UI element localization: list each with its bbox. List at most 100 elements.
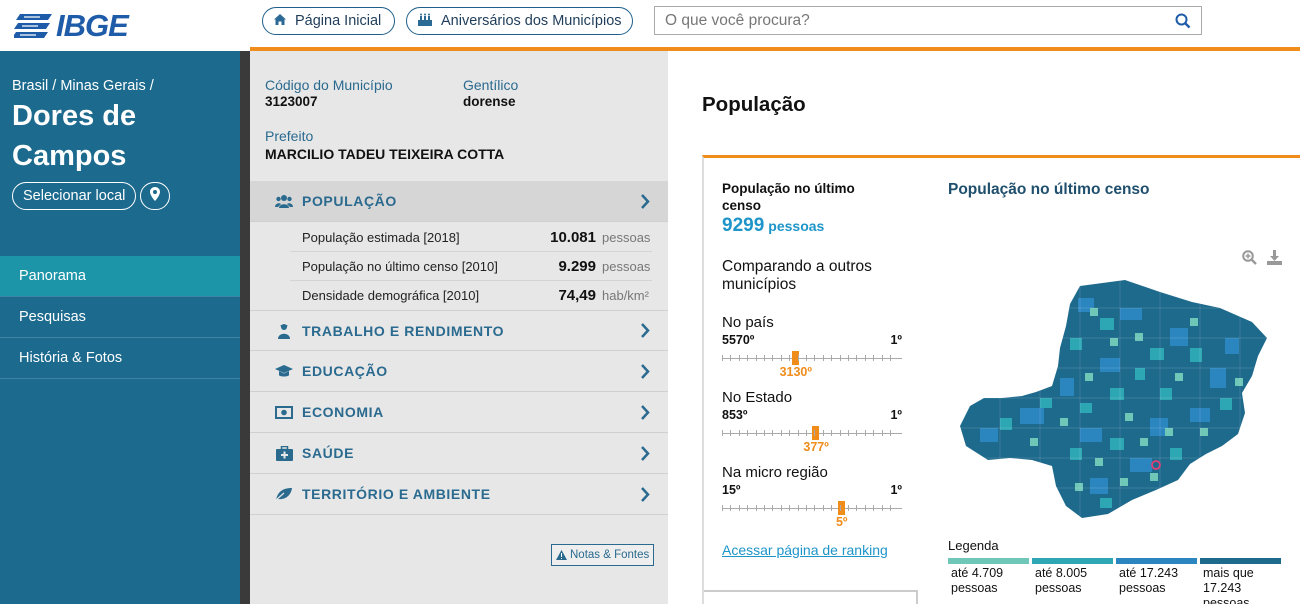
slider-tick: [856, 505, 858, 511]
slider-tick: [764, 355, 765, 361]
legend-swatch: [1200, 558, 1281, 564]
slider-tick: [755, 430, 757, 436]
city-title: Dores de Campos: [12, 100, 137, 172]
ranking-country: No país 5570º 1º 3130º: [722, 314, 902, 379]
slider-tick: [738, 355, 740, 361]
slider-tick: [839, 355, 841, 361]
section-trabalho-rendimento[interactable]: TRABALHO E RENDIMENTO: [250, 310, 668, 351]
slider-tick: [822, 430, 824, 436]
section-title: ECONOMIA: [302, 404, 384, 420]
slider-tick: [722, 505, 723, 511]
slider-tick: [789, 355, 791, 361]
slider-tick: [738, 505, 740, 511]
location-pin-button[interactable]: [140, 182, 170, 210]
ranking-max: 1º: [890, 483, 902, 497]
breadcrumb[interactable]: Brasil / Minas Gerais /: [12, 78, 154, 94]
home-label: Página Inicial: [295, 13, 382, 29]
section-territorio-ambiente[interactable]: TERRITÓRIO E AMBIENTE: [250, 474, 668, 515]
slider-tick: [873, 430, 875, 436]
gentilic-label: Gentílico: [463, 77, 519, 93]
slider-tick: [856, 430, 858, 436]
map-pin-icon: [150, 186, 160, 206]
ranking-page-link[interactable]: Acessar página de ranking: [722, 542, 888, 558]
slider-tick: [764, 430, 765, 436]
section-title: SAÚDE: [302, 445, 355, 461]
logo-area: IBGE: [0, 0, 250, 47]
chevron-right-icon: [630, 323, 660, 338]
municipality-info-panel: Código do Município 3123007 Gentílico do…: [250, 51, 668, 604]
section-educacao[interactable]: EDUCAÇÃO: [250, 351, 668, 392]
zoom-in-icon[interactable]: [1242, 250, 1257, 270]
map-municipalities: [960, 280, 1267, 518]
slider-tick: [814, 430, 816, 436]
row-value: 9.299: [558, 257, 596, 275]
ranking-ends: 5570º 1º: [722, 333, 902, 347]
ranking-position: 5º: [835, 515, 848, 529]
slider-tick: [780, 355, 782, 361]
slider-line: [722, 358, 902, 359]
legend-title: Legenda: [948, 538, 999, 553]
home-button[interactable]: Página Inicial: [262, 7, 395, 35]
section-title: EDUCAÇÃO: [302, 363, 388, 379]
ranking-min: 15º: [722, 483, 741, 497]
stat-value-wrap: 9299 pessoas: [722, 215, 824, 237]
slider-tick: [881, 430, 883, 436]
ranking-title: No Estado: [722, 389, 793, 406]
slider-tick: [772, 355, 774, 361]
slider-tick: [890, 430, 891, 436]
slider-tick: [881, 355, 883, 361]
slider-tick: [831, 355, 833, 361]
slider-tick: [730, 430, 732, 436]
sidebar-nav: Panorama Pesquisas História & Fotos: [0, 256, 240, 379]
slider-tick: [780, 430, 782, 436]
warning-icon: [556, 550, 567, 560]
search-icon[interactable]: [1165, 13, 1201, 29]
ranking-position: 3130º: [779, 365, 812, 379]
legend-label: mais que 17.243 pessoas: [1203, 566, 1254, 604]
money-icon: [274, 405, 294, 419]
sidebar-item-pesquisas[interactable]: Pesquisas: [0, 297, 240, 338]
population-card: População no último censo 9299 pessoas Co…: [702, 155, 1300, 604]
slider-tick: [747, 505, 749, 511]
minas-gerais-map[interactable]: [960, 278, 1276, 523]
stat-value: 9299: [722, 215, 765, 236]
legend-label: até 4.709 pessoas: [951, 566, 1004, 595]
medkit-icon: [274, 445, 294, 461]
card-bottom-tab: [704, 590, 918, 604]
ranking-slider: 5º: [722, 501, 902, 529]
mayor-label: Prefeito: [265, 128, 314, 144]
select-location-button[interactable]: Selecionar local: [12, 182, 137, 210]
slider-tick: [890, 505, 891, 511]
slider-tick: [747, 430, 749, 436]
search-bar: [654, 6, 1202, 35]
sidebar-item-panorama[interactable]: Panorama: [0, 256, 240, 297]
legend-swatch: [1116, 558, 1197, 564]
ibge-logo[interactable]: IBGE: [12, 8, 129, 44]
chevron-right-icon: [630, 193, 660, 209]
search-input[interactable]: [665, 11, 1165, 30]
people-icon: [274, 194, 294, 208]
slider-tick: [848, 505, 849, 511]
download-icon[interactable]: [1267, 250, 1282, 270]
anniversaries-button[interactable]: Aniversários dos Municípios: [406, 7, 633, 35]
section-saude[interactable]: SAÚDE: [250, 433, 668, 474]
section-economia[interactable]: ECONOMIA: [250, 392, 668, 433]
slider-tick: [806, 355, 807, 361]
ranking-min: 853º: [722, 408, 748, 422]
slider-tick: [789, 505, 791, 511]
legend-item: até 4.709 pessoas: [948, 558, 1029, 604]
slider-tick: [780, 505, 782, 511]
row-unit: pessoas: [602, 229, 651, 245]
slider-tick: [839, 430, 841, 436]
slider-tick: [822, 505, 824, 511]
slider-tick: [730, 505, 732, 511]
section-populacao[interactable]: POPULAÇÃO: [250, 181, 668, 222]
ranking-slider: 377º: [722, 426, 902, 454]
slider-tick: [755, 355, 757, 361]
sidebar-item-historia-fotos[interactable]: História & Fotos: [0, 338, 240, 379]
ibge-logo-mark-icon: [12, 12, 54, 40]
slider-tick: [848, 430, 849, 436]
notes-sources-button[interactable]: Notas & Fontes: [551, 544, 655, 566]
slider-tick: [881, 505, 883, 511]
slider-tick: [864, 505, 866, 511]
